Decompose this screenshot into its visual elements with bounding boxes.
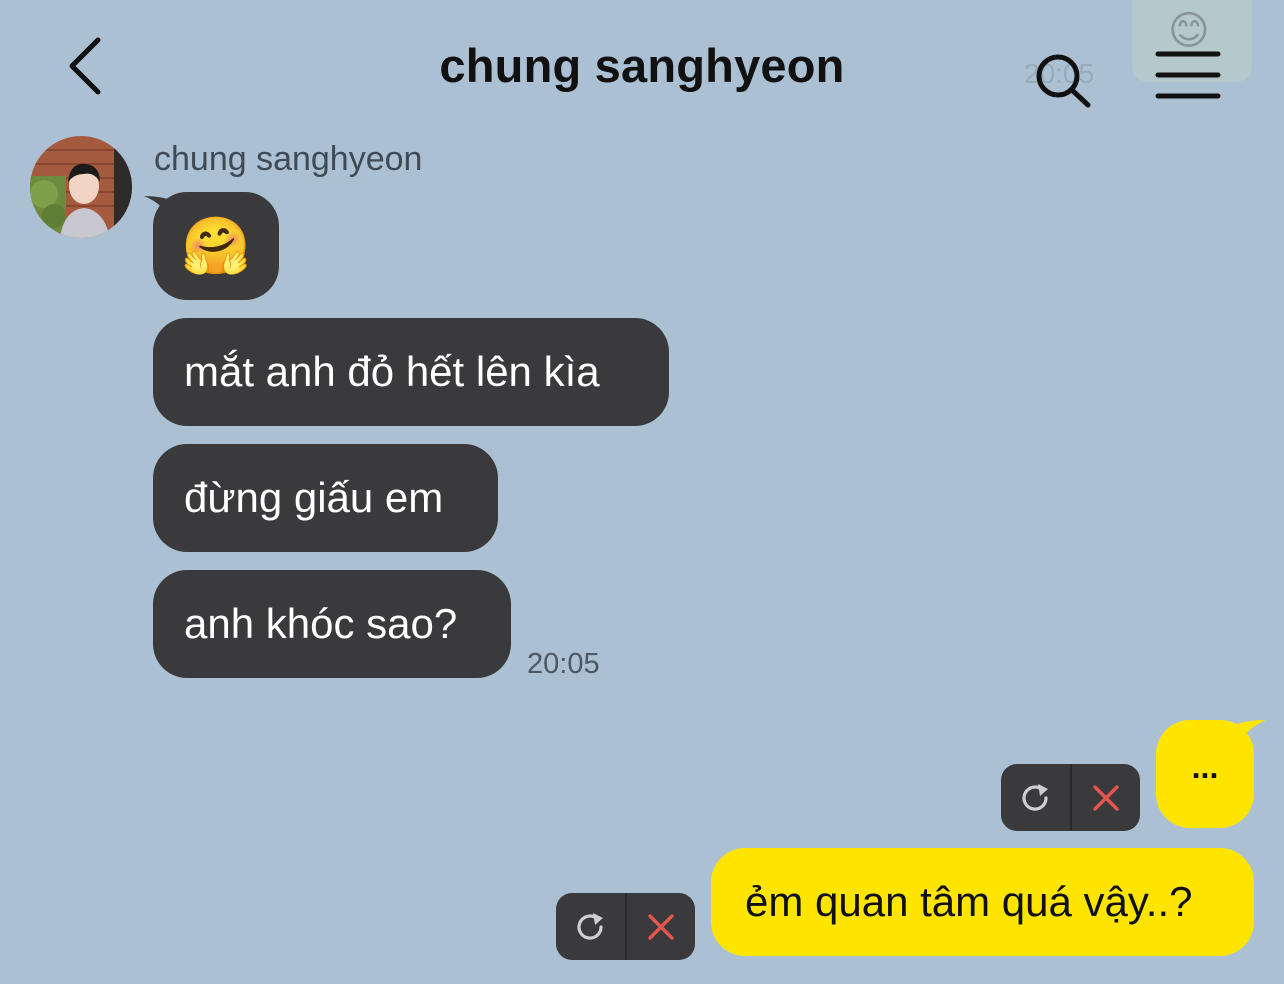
outgoing-message-bubble[interactable]: ẻm quan tâm quá vậy..? <box>711 848 1254 956</box>
delete-failed-button[interactable] <box>1069 764 1141 831</box>
search-icon <box>1036 54 1091 108</box>
retry-icon <box>577 912 604 940</box>
message-text: mắt anh đỏ hết lên kìa <box>184 348 600 395</box>
message-text: ẻm quan tâm quá vậy..? <box>745 878 1193 925</box>
chat-header: 😊 20:05 chung sanghyeon <box>0 0 1284 130</box>
message-timestamp: 20:05 <box>527 648 600 680</box>
retry-icon <box>1022 783 1049 811</box>
sender-name: chung sanghyeon <box>154 140 423 178</box>
close-icon <box>1093 784 1119 811</box>
incoming-message-bubble[interactable]: 🤗 <box>153 192 279 300</box>
incoming-message-bubble[interactable]: đừng giấu em <box>153 444 498 552</box>
hugging-face-emoji: 🤗 <box>181 214 251 277</box>
failed-message-actions <box>1001 764 1140 831</box>
delete-failed-button[interactable] <box>624 893 696 960</box>
menu-button[interactable] <box>1150 48 1226 104</box>
message-text: đừng giấu em <box>184 474 444 521</box>
menu-icon <box>1155 51 1221 99</box>
resend-button[interactable] <box>556 893 625 960</box>
message-text: ... <box>1191 748 1219 785</box>
search-button[interactable] <box>1030 50 1094 110</box>
incoming-message-bubble[interactable]: mắt anh đỏ hết lên kìa <box>153 318 669 426</box>
message-text: anh khóc sao? <box>184 600 458 647</box>
close-icon <box>648 913 674 940</box>
avatar-image <box>30 136 132 238</box>
sender-avatar[interactable] <box>30 136 132 238</box>
incoming-message-bubble[interactable]: anh khóc sao? <box>153 570 511 678</box>
resend-button[interactable] <box>1001 764 1070 831</box>
failed-message-actions <box>556 893 695 960</box>
outgoing-message-bubble[interactable]: ... <box>1156 720 1254 828</box>
